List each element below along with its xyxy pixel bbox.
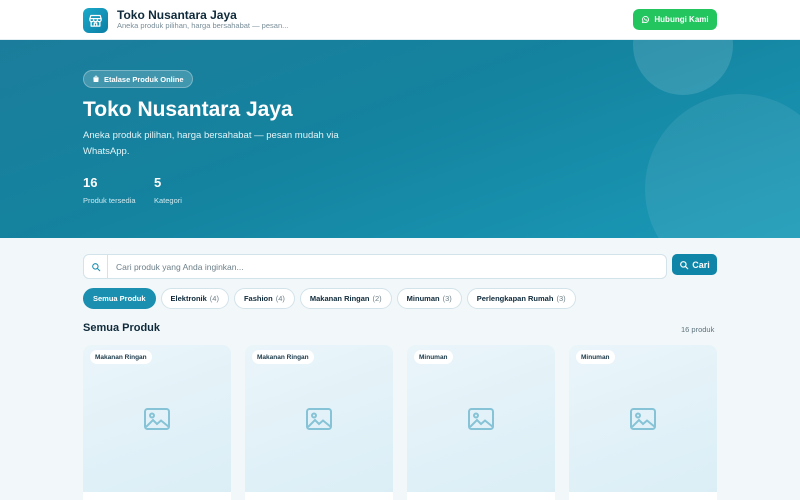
- product-card[interactable]: Makanan Ringan: [245, 345, 393, 500]
- product-image: [245, 345, 393, 492]
- product-image: [407, 345, 555, 492]
- search-icon: [84, 255, 108, 278]
- category-pill-fashion[interactable]: Fashion (4): [233, 288, 295, 309]
- category-pill-elektronik[interactable]: Elektronik (4): [160, 288, 229, 309]
- search-button[interactable]: Cari: [672, 254, 717, 275]
- category-filter-bar: Semua Produk Elektronik (4) Fashion (4) …: [83, 288, 576, 309]
- category-pill-perlengkapan-rumah[interactable]: Perlengkapan Rumah (3): [466, 288, 576, 309]
- stat-categories: 5 Kategori: [154, 175, 182, 205]
- product-card[interactable]: Makanan Ringan: [83, 345, 231, 500]
- category-pill-minuman[interactable]: Minuman (3): [396, 288, 462, 309]
- product-category-badge: Makanan Ringan: [90, 350, 152, 364]
- product-card[interactable]: Minuman: [569, 345, 717, 500]
- contact-button-label: Hubungi Kami: [654, 15, 709, 24]
- search-input[interactable]: [108, 255, 663, 278]
- hero-title: Toko Nusantara Jaya: [83, 98, 293, 121]
- product-image: [569, 345, 717, 492]
- stat-label: Kategori: [154, 196, 182, 205]
- category-pill-label: Fashion: [243, 294, 273, 303]
- contact-whatsapp-button[interactable]: Hubungi Kami: [633, 9, 717, 30]
- search-bar: [83, 254, 667, 279]
- category-pill-label: Perlengkapan Rumah: [476, 294, 554, 303]
- section-title: Semua Produk: [83, 322, 161, 334]
- image-placeholder-icon: [630, 407, 656, 430]
- category-pill-label: Elektronik: [170, 294, 207, 303]
- search-icon: [680, 260, 689, 269]
- category-pill-all[interactable]: Semua Produk: [83, 288, 156, 309]
- image-placeholder-icon: [144, 407, 170, 430]
- hero-chip: Etalase Produk Online: [83, 70, 193, 88]
- category-pill-label: Semua Produk: [93, 294, 146, 303]
- stat-products: 16 Produk tersedia: [83, 175, 136, 205]
- hero-description: Aneka produk pilihan, harga bersahabat —…: [83, 130, 339, 157]
- product-card[interactable]: Minuman: [407, 345, 555, 500]
- image-placeholder-icon: [306, 407, 332, 430]
- category-pill-count: (4): [275, 294, 285, 303]
- store-tagline: Aneka produk pilihan, harga bersahabat —…: [117, 21, 289, 30]
- product-category-badge: Minuman: [414, 350, 453, 364]
- category-pill-count: (2): [372, 294, 382, 303]
- decorative-circle: [633, 40, 733, 95]
- product-category-badge: Makanan Ringan: [252, 350, 314, 364]
- whatsapp-icon: [642, 16, 650, 24]
- product-category-badge: Minuman: [576, 350, 615, 364]
- stat-value: 16: [83, 175, 98, 190]
- category-pill-count: (4): [209, 294, 219, 303]
- category-pill-label: Minuman: [406, 294, 440, 303]
- category-pill-count: (3): [556, 294, 566, 303]
- hero-chip-label: Etalase Produk Online: [104, 74, 184, 84]
- shop-bag-icon: [93, 75, 99, 82]
- product-image: [83, 345, 231, 492]
- stat-value: 5: [154, 175, 162, 190]
- store-name[interactable]: Toko Nusantara Jaya: [117, 8, 237, 22]
- category-pill-count: (3): [442, 294, 452, 303]
- stat-label: Produk tersedia: [83, 196, 136, 205]
- product-count: 16 produk: [681, 325, 715, 334]
- hero-banner: Etalase Produk Online Toko Nusantara Jay…: [0, 40, 800, 238]
- store-logo-icon[interactable]: [83, 8, 108, 33]
- search-button-label: Cari: [692, 259, 710, 270]
- category-pill-label: Makanan Ringan: [309, 294, 370, 303]
- decorative-circle: [645, 94, 800, 238]
- top-navbar: Toko Nusantara Jaya Aneka produk pilihan…: [0, 0, 800, 40]
- category-pill-makanan-ringan[interactable]: Makanan Ringan (2): [299, 288, 392, 309]
- image-placeholder-icon: [468, 407, 494, 430]
